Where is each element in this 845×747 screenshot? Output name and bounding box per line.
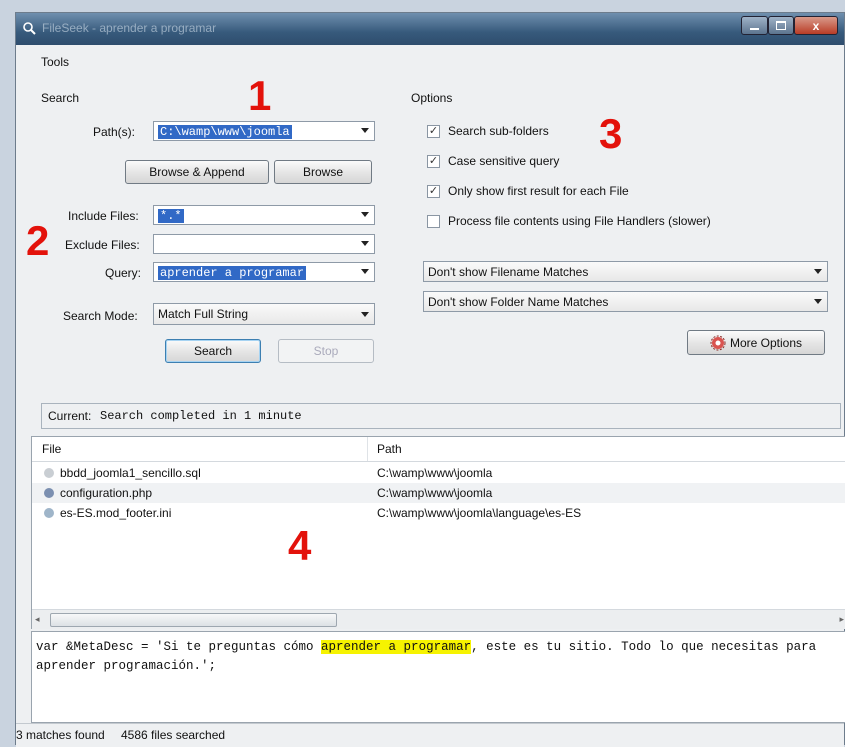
table-row[interactable]: bbdd_joomla1_sencillo.sql C:\wamp\www\jo… <box>32 463 845 483</box>
filename-matches-select[interactable]: Don't show Filename Matches <box>423 261 828 282</box>
chevron-down-icon[interactable] <box>361 212 369 217</box>
scrollbar-thumb[interactable] <box>50 613 337 627</box>
scroll-left-icon[interactable]: ◂ <box>35 614 40 625</box>
row-file: bbdd_joomla1_sencillo.sql <box>60 466 201 480</box>
table-row[interactable]: es-ES.mod_footer.ini C:\wamp\www\joomla\… <box>32 503 845 523</box>
maximize-button[interactable] <box>768 16 794 35</box>
row-file: es-ES.mod_footer.ini <box>60 506 172 520</box>
search-mode-value: Match Full String <box>158 307 249 321</box>
file-preview[interactable]: var &MetaDesc = 'Si te preguntas cómo ap… <box>31 631 845 723</box>
row-file: configuration.php <box>60 486 153 500</box>
chevron-down-icon[interactable] <box>361 269 369 274</box>
annotation-3: 3 <box>599 110 623 157</box>
annotation-4: 4 <box>288 522 312 569</box>
php-file-icon <box>44 488 54 498</box>
exclude-files-combobox[interactable] <box>153 234 375 254</box>
column-file[interactable]: File <box>42 442 61 456</box>
minimize-icon <box>750 27 759 30</box>
include-files-value: *.* <box>158 209 184 223</box>
gear-icon <box>710 335 726 350</box>
results-header: File Path <box>32 437 845 462</box>
query-value: aprender a programar <box>158 266 307 280</box>
preview-text-before: var &MetaDesc = 'Si te preguntas cómo <box>36 640 322 654</box>
current-status-box: Current: Search completed in 1 minute <box>41 403 841 429</box>
search-button[interactable]: Search <box>165 339 261 363</box>
chevron-down-icon[interactable] <box>814 299 822 304</box>
chevron-down-icon[interactable] <box>361 128 369 133</box>
annotation-2: 2 <box>26 217 50 264</box>
results-list[interactable]: File Path bbdd_joomla1_sencillo.sql C:\w… <box>31 436 845 629</box>
file-handlers-label: Process file contents using File Handler… <box>448 214 711 228</box>
query-label: Query: <box>105 266 142 280</box>
maximize-icon <box>776 21 786 30</box>
search-subfolders-label: Search sub-folders <box>448 124 549 138</box>
row-path: C:\wamp\www\joomla <box>377 486 493 500</box>
search-mode-select[interactable]: Match Full String <box>153 303 375 325</box>
search-mode-label: Search Mode: <box>63 309 138 323</box>
status-bar: 3 matches found 4586 files searched <box>16 723 844 747</box>
search-subfolders-checkbox[interactable]: ✓ <box>427 125 440 138</box>
sql-file-icon <box>44 468 54 478</box>
window-title: FileSeek - aprender a programar <box>42 21 217 35</box>
path-combobox[interactable]: C:\wamp\www\joomla <box>153 121 375 141</box>
current-value: Search completed in 1 minute <box>100 409 302 423</box>
app-window: FileSeek - aprender a programar x Tools … <box>15 12 845 747</box>
path-label: Path(s): <box>93 125 136 139</box>
first-result-label: Only show first result for each File <box>448 184 629 198</box>
column-path[interactable]: Path <box>377 442 402 456</box>
include-files-label: Include Files: <box>68 209 139 223</box>
ini-file-icon <box>44 508 54 518</box>
title-bar[interactable]: FileSeek - aprender a programar x <box>16 13 844 45</box>
folder-matches-value: Don't show Folder Name Matches <box>428 295 609 309</box>
case-sensitive-checkbox[interactable]: ✓ <box>427 155 440 168</box>
folder-matches-select[interactable]: Don't show Folder Name Matches <box>423 291 828 312</box>
menu-tools[interactable]: Tools <box>41 55 69 69</box>
query-combobox[interactable]: aprender a programar <box>153 262 375 282</box>
preview-highlight: aprender a programar <box>321 640 472 654</box>
minimize-button[interactable] <box>741 16 768 35</box>
chevron-down-icon[interactable] <box>361 241 369 246</box>
more-options-label: More Options <box>729 335 803 350</box>
browse-append-button[interactable]: Browse & Append <box>125 160 269 184</box>
stop-button[interactable]: Stop <box>278 339 374 363</box>
horizontal-scrollbar[interactable]: ◂ ▸ <box>32 609 845 629</box>
chevron-down-icon[interactable] <box>361 312 369 317</box>
row-path: C:\wamp\www\joomla\language\es-ES <box>377 506 582 520</box>
close-button[interactable]: x <box>794 16 838 35</box>
include-files-combobox[interactable]: *.* <box>153 205 375 225</box>
scroll-right-icon[interactable]: ▸ <box>839 614 844 625</box>
current-label: Current: <box>48 409 92 423</box>
row-path: C:\wamp\www\joomla <box>377 466 493 480</box>
status-files-searched: 4586 files searched <box>121 728 226 742</box>
browse-button[interactable]: Browse <box>274 160 372 184</box>
options-heading: Options <box>411 91 453 105</box>
first-result-checkbox[interactable]: ✓ <box>427 185 440 198</box>
exclude-files-label: Exclude Files: <box>65 238 140 252</box>
path-value: C:\wamp\www\joomla <box>158 125 292 139</box>
filename-matches-value: Don't show Filename Matches <box>428 265 589 279</box>
search-heading: Search <box>41 91 80 105</box>
more-options-button[interactable]: More Options <box>687 330 825 355</box>
annotation-1: 1 <box>248 72 272 119</box>
chevron-down-icon[interactable] <box>814 269 822 274</box>
file-handlers-checkbox[interactable] <box>427 215 440 228</box>
case-sensitive-label: Case sensitive query <box>448 154 560 168</box>
close-icon: x <box>812 18 820 33</box>
column-divider[interactable] <box>367 437 368 461</box>
app-icon <box>23 22 36 35</box>
status-matches: 3 matches found <box>16 728 105 742</box>
table-row[interactable]: configuration.php C:\wamp\www\joomla <box>32 483 845 503</box>
